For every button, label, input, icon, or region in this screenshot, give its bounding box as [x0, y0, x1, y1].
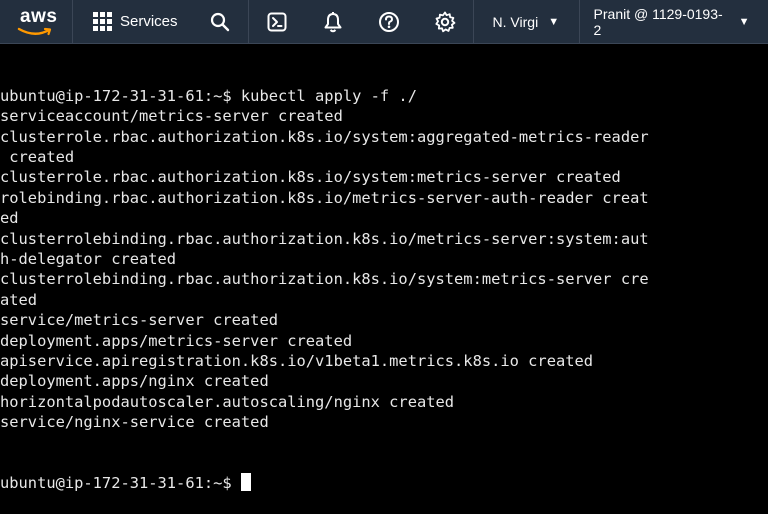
notifications-bell-icon: [324, 11, 342, 32]
notifications-button[interactable]: [305, 0, 361, 44]
aws-logo[interactable]: aws: [0, 0, 72, 44]
terminal-line: clusterrolebinding.rbac.authorization.k8…: [0, 270, 649, 289]
services-grid-icon: [93, 12, 112, 31]
terminal-line: ed: [0, 209, 19, 228]
settings-button[interactable]: [417, 0, 473, 44]
aws-console-top-bar: aws Services N. Virgi ▼ Pranit @ 1129-01…: [0, 0, 768, 44]
terminal-line: rolebinding.rbac.authorization.k8s.io/me…: [0, 188, 649, 207]
account-menu[interactable]: Pranit @ 1129-0193-2 ▼: [580, 0, 750, 44]
terminal-line: horizontalpodautoscaler.autoscaling/ngin…: [0, 392, 455, 411]
terminal-prompt-line: ubuntu@ip-172-31-31-61:~$: [0, 473, 768, 493]
terminal-cursor: [240, 473, 251, 492]
settings-gear-icon: [434, 11, 455, 32]
terminal-line: serviceaccount/metrics-server created: [0, 107, 343, 126]
terminal-lines: ubuntu@ip-172-31-31-61:~$ kubectl apply …: [0, 86, 768, 433]
terminal-line: ated: [0, 290, 38, 309]
cloudshell-button[interactable]: [249, 0, 305, 44]
caret-down-icon: ▼: [738, 15, 750, 28]
region-selector[interactable]: N. Virgi ▼: [474, 0, 579, 44]
search-icon: [210, 12, 229, 31]
services-label: Services: [120, 13, 178, 30]
terminal-line: deployment.apps/metrics-server created: [0, 331, 353, 350]
terminal-line: created: [0, 147, 75, 166]
caret-down-icon: ▼: [548, 15, 560, 28]
terminal-output[interactable]: ubuntu@ip-172-31-31-61:~$ kubectl apply …: [0, 44, 768, 492]
terminal-line: h-delegator created: [0, 249, 177, 268]
terminal-line: apiservice.apiregistration.k8s.io/v1beta…: [0, 351, 594, 370]
help-icon: [378, 11, 399, 32]
cloudshell-icon: [267, 12, 287, 31]
terminal-prompt: ubuntu@ip-172-31-31-61:~$: [0, 474, 241, 493]
terminal-line: ubuntu@ip-172-31-31-61:~$ kubectl apply …: [0, 86, 417, 105]
aws-smile-icon: [17, 27, 52, 35]
account-label: Pranit @ 1129-0193-2: [593, 5, 723, 38]
search-button[interactable]: [192, 0, 248, 44]
terminal-line: clusterrole.rbac.authorization.k8s.io/sy…: [0, 168, 621, 187]
services-menu-button[interactable]: Services: [73, 0, 192, 44]
help-button[interactable]: [361, 0, 417, 44]
terminal-line: clusterrolebinding.rbac.authorization.k8…: [0, 229, 649, 248]
aws-logo-text: aws: [20, 5, 58, 27]
terminal-line: service/nginx-service created: [0, 413, 269, 432]
terminal-line: service/metrics-server created: [0, 311, 278, 330]
region-label: N. Virgi: [492, 13, 539, 30]
terminal-line: deployment.apps/nginx created: [0, 372, 269, 391]
terminal-line: clusterrole.rbac.authorization.k8s.io/sy…: [0, 127, 649, 146]
